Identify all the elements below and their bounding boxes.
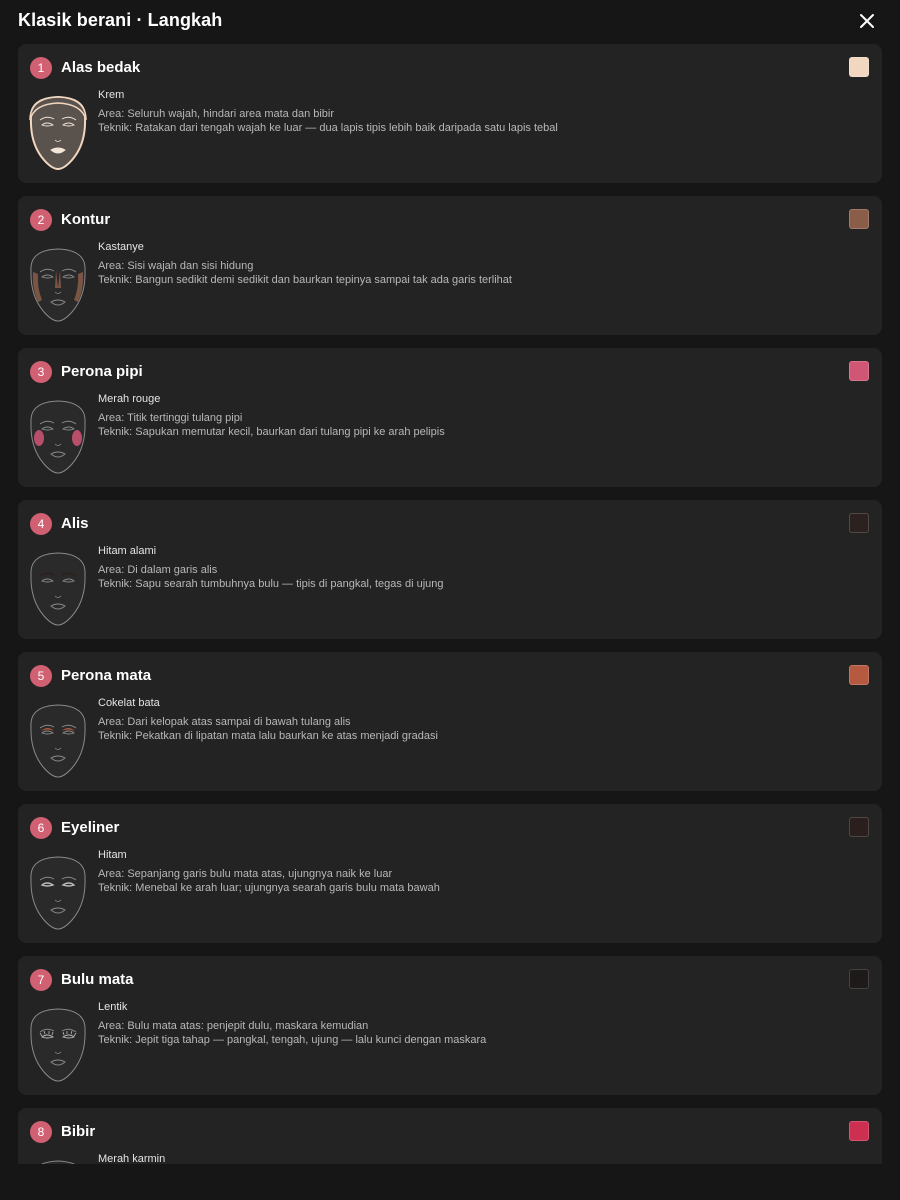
area-text: Area: Sepanjang garis bulu mata atas, uj…: [98, 868, 393, 880]
step-card[interactable]: 7 Bulu mata Lentik Area: Bulu mata atas:…: [18, 956, 882, 1095]
step-card[interactable]: 2 Kontur Kastanye Area: Sisi wajah dan s…: [18, 196, 882, 335]
technique-text: Teknik: Bangun sedikit demi sedikit dan …: [98, 274, 512, 286]
face-diagram: [26, 700, 90, 780]
color-name: Lentik: [98, 1001, 128, 1013]
step-number-badge: 3: [30, 361, 52, 383]
face-diagram: [26, 1156, 90, 1164]
step-number-badge: 8: [30, 1121, 52, 1143]
step-number-badge: 1: [30, 57, 52, 79]
color-swatch: [849, 665, 869, 685]
step-title: Perona mata: [61, 667, 152, 684]
step-card[interactable]: 6 Eyeliner Hitam Area: Sepanjang garis b…: [18, 804, 882, 943]
technique-text: Teknik: Sapu searah tumbuhnya bulu — tip…: [98, 578, 444, 590]
page-title: Klasik berani · Langkah: [18, 10, 223, 30]
face-liner-icon: [30, 856, 86, 930]
color-swatch: [849, 969, 869, 989]
color-swatch: [849, 513, 869, 533]
step-title: Bulu mata: [61, 971, 134, 988]
technique-text: Teknik: Menebal ke arah luar; ujungnya s…: [98, 882, 440, 894]
technique-text: Teknik: Sapukan memutar kecil, baurkan d…: [98, 426, 445, 438]
step-card[interactable]: 3 Perona pipi Merah rouge Area: Titik te…: [18, 348, 882, 487]
face-eyeshadow-icon: [30, 704, 86, 778]
color-name: Hitam alami: [98, 545, 157, 557]
step-card[interactable]: 8 Bibir Merah karmin: [18, 1108, 882, 1164]
close-button[interactable]: [855, 9, 879, 33]
step-title: Alas bedak: [61, 59, 141, 76]
color-name: Cokelat bata: [98, 697, 160, 709]
color-swatch: [849, 817, 869, 837]
color-swatch: [849, 1121, 869, 1141]
color-name: Merah rouge: [98, 393, 161, 405]
color-swatch: [849, 209, 869, 229]
technique-text: Teknik: Jepit tiga tahap — pangkal, teng…: [98, 1034, 487, 1046]
area-text: Area: Seluruh wajah, hindari area mata d…: [98, 108, 335, 120]
color-swatch: [849, 57, 869, 77]
face-diagram: [26, 1004, 90, 1084]
area-text: Area: Bulu mata atas: penjepit dulu, mas…: [98, 1020, 369, 1032]
face-diagram: [26, 92, 90, 172]
step-title: Kontur: [61, 211, 111, 228]
step-number-badge: 5: [30, 665, 52, 687]
step-card[interactable]: 1 Alas bedak Krem Area: Seluruh wajah, h…: [18, 44, 882, 183]
face-lips-icon: [40, 1160, 76, 1164]
steps-list[interactable]: 1 Alas bedak Krem Area: Seluruh wajah, h…: [18, 44, 882, 1164]
step-title: Perona pipi: [61, 363, 143, 380]
step-title: Alis: [61, 515, 89, 532]
color-name: Krem: [98, 89, 125, 101]
close-icon: [860, 14, 874, 28]
face-diagram: [26, 548, 90, 628]
step-title: Bibir: [61, 1123, 96, 1140]
area-text: Area: Titik tertinggi tulang pipi: [98, 412, 243, 424]
color-name: Merah karmin: [98, 1153, 166, 1164]
color-name: Hitam: [98, 849, 127, 861]
face-foundation-icon: [29, 95, 87, 171]
step-number-badge: 2: [30, 209, 52, 231]
step-number-badge: 7: [30, 969, 52, 991]
area-text: Area: Di dalam garis alis: [98, 564, 218, 576]
step-number-badge: 4: [30, 513, 52, 535]
step-title: Eyeliner: [61, 819, 120, 836]
technique-text: Teknik: Ratakan dari tengah wajah ke lua…: [98, 122, 558, 134]
face-lashes-icon: [30, 1008, 86, 1082]
color-swatch: [849, 361, 869, 381]
step-card[interactable]: 5 Perona mata Cokelat bata Area: Dari ke…: [18, 652, 882, 791]
face-blush-icon: [30, 400, 86, 474]
face-diagram: [26, 244, 90, 324]
face-diagram: [26, 396, 90, 476]
technique-text: Teknik: Pekatkan di lipatan mata lalu ba…: [98, 730, 438, 742]
step-number-badge: 6: [30, 817, 52, 839]
face-brows-icon: [30, 552, 86, 626]
area-text: Area: Dari kelopak atas sampai di bawah …: [98, 716, 351, 728]
face-diagram: [26, 852, 90, 932]
area-text: Area: Sisi wajah dan sisi hidung: [98, 260, 254, 272]
face-contour-icon: [30, 248, 86, 322]
step-card[interactable]: 4 Alis Hitam alami Area: Di dalam garis …: [18, 500, 882, 639]
header-bar: Klasik berani · Langkah: [0, 0, 900, 42]
color-name: Kastanye: [98, 241, 144, 253]
